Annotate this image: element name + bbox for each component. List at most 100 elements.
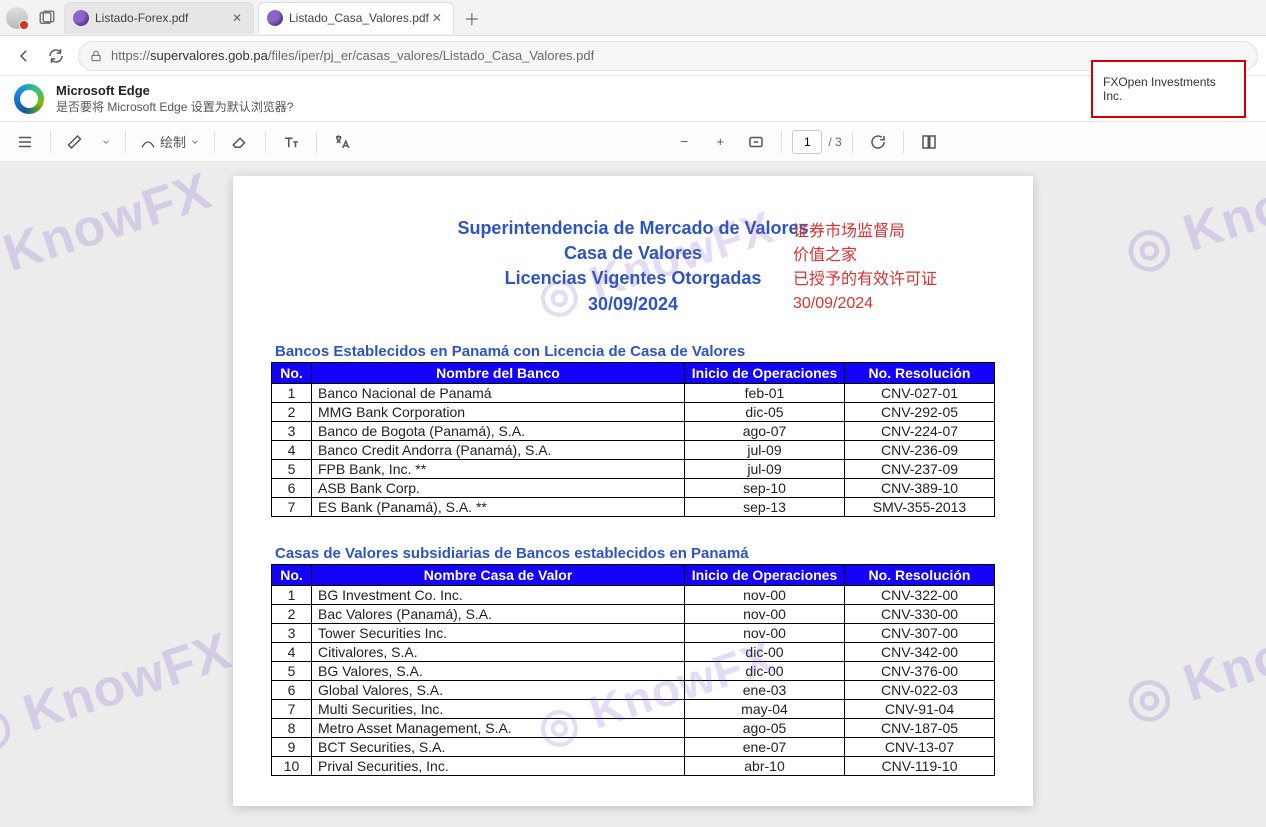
table-row: 8Metro Asset Management, S.A.ago-05CNV-1… <box>272 718 995 737</box>
separator <box>50 131 51 153</box>
cell-no: 1 <box>272 383 312 402</box>
col-res: No. Resolución <box>845 362 995 383</box>
zoom-in-button[interactable]: + <box>705 127 735 157</box>
cell-name: BG Valores, S.A. <box>312 661 685 680</box>
cell-res: CNV-376-00 <box>845 661 995 680</box>
table-row: 1BG Investment Co. Inc.nov-00CNV-322-00 <box>272 585 995 604</box>
cell-name: FPB Bank, Inc. ** <box>312 459 685 478</box>
separator <box>903 131 904 153</box>
separator <box>125 131 126 153</box>
cell-date: dic-00 <box>685 642 845 661</box>
cell-res: CNV-027-01 <box>845 383 995 402</box>
edge-logo-icon <box>14 84 44 114</box>
new-tab-button[interactable]: ＋ <box>458 4 486 32</box>
cell-res: CNV-342-00 <box>845 642 995 661</box>
cell-name: Prival Securities, Inc. <box>312 756 685 775</box>
cell-date: jul-09 <box>685 440 845 459</box>
table-row: 2MMG Bank Corporationdic-05CNV-292-05 <box>272 402 995 421</box>
url-field[interactable]: https://supervalores.gob.pa/files/iper/p… <box>78 41 1258 71</box>
cell-no: 10 <box>272 756 312 775</box>
cell-name: Banco Nacional de Panamá <box>312 383 685 402</box>
close-icon[interactable]: ✕ <box>429 10 445 26</box>
cell-name: BG Investment Co. Inc. <box>312 585 685 604</box>
cell-res: CNV-322-00 <box>845 585 995 604</box>
separator <box>781 131 782 153</box>
cell-res: CNV-022-03 <box>845 680 995 699</box>
table-header-row: No. Nombre del Banco Inicio de Operacion… <box>272 362 995 383</box>
cell-no: 7 <box>272 699 312 718</box>
cell-date: feb-01 <box>685 383 845 402</box>
close-icon[interactable]: ✕ <box>229 10 245 26</box>
table-row: 5FPB Bank, Inc. **jul-09CNV-237-09 <box>272 459 995 478</box>
cell-name: Citivalores, S.A. <box>312 642 685 661</box>
zoom-out-button[interactable]: − <box>669 127 699 157</box>
highlight-icon[interactable] <box>61 127 91 157</box>
back-button[interactable] <box>8 40 40 72</box>
cell-no: 7 <box>272 497 312 516</box>
cell-res: CNV-237-09 <box>845 459 995 478</box>
cell-date: nov-00 <box>685 623 845 642</box>
cell-no: 4 <box>272 440 312 459</box>
cell-no: 2 <box>272 402 312 421</box>
cell-name: ES Bank (Panamá), S.A. ** <box>312 497 685 516</box>
table-row: 7Multi Securities, Inc.may-04CNV-91-04 <box>272 699 995 718</box>
table-row: 4Citivalores, S.A.dic-00CNV-342-00 <box>272 642 995 661</box>
table-bancos: No. Nombre del Banco Inicio de Operacion… <box>271 362 995 517</box>
erase-icon[interactable] <box>225 127 255 157</box>
tab-title: Listado-Forex.pdf <box>95 11 229 25</box>
fit-page-icon[interactable] <box>741 127 771 157</box>
cell-no: 5 <box>272 661 312 680</box>
cell-date: sep-10 <box>685 478 845 497</box>
table-row: 4Banco Credit Andorra (Panamá), S.A.jul-… <box>272 440 995 459</box>
table-row: 2Bac Valores (Panamá), S.A.nov-00CNV-330… <box>272 604 995 623</box>
table-row: 10Prival Securities, Inc.abr-10CNV-119-1… <box>272 756 995 775</box>
cell-no: 5 <box>272 459 312 478</box>
tab-title: Listado_Casa_Valores.pdf <box>289 11 429 25</box>
refresh-button[interactable] <box>40 40 72 72</box>
tab-strip: Listado-Forex.pdf ✕ Listado_Casa_Valores… <box>0 0 1266 36</box>
cell-res: CNV-119-10 <box>845 756 995 775</box>
cell-name: BCT Securities, S.A. <box>312 737 685 756</box>
tab-inactive[interactable]: Listado-Forex.pdf ✕ <box>64 2 254 34</box>
page-number-input[interactable] <box>792 130 822 154</box>
cell-res: CNV-236-09 <box>845 440 995 459</box>
separator <box>316 131 317 153</box>
col-name: Nombre Casa de Valor <box>312 564 685 585</box>
cell-date: ago-07 <box>685 421 845 440</box>
profile-icon[interactable] <box>6 7 28 29</box>
page-view-icon[interactable] <box>914 127 944 157</box>
table-header-row: No. Nombre Casa de Valor Inicio de Opera… <box>272 564 995 585</box>
callout-highlight: FXOpen Investments Inc. <box>1091 60 1246 118</box>
cell-res: CNV-330-00 <box>845 604 995 623</box>
rotate-icon[interactable] <box>863 127 893 157</box>
cell-no: 1 <box>272 585 312 604</box>
tab-actions-icon[interactable] <box>38 9 56 27</box>
pdf-favicon-icon <box>267 10 283 26</box>
translate-icon[interactable] <box>327 127 357 157</box>
cell-res: SMV-355-2013 <box>845 497 995 516</box>
page-total-label: / 3 <box>828 135 841 149</box>
cell-no: 6 <box>272 478 312 497</box>
cell-no: 9 <box>272 737 312 756</box>
contents-icon[interactable] <box>10 127 40 157</box>
cell-no: 6 <box>272 680 312 699</box>
chevron-down-icon[interactable] <box>97 127 115 157</box>
cell-no: 3 <box>272 421 312 440</box>
url-text: https://supervalores.gob.pa/files/iper/p… <box>111 48 594 63</box>
separator <box>265 131 266 153</box>
text-size-icon[interactable] <box>276 127 306 157</box>
col-date: Inicio de Operaciones <box>685 362 845 383</box>
cell-date: ago-05 <box>685 718 845 737</box>
tab-active[interactable]: Listado_Casa_Valores.pdf ✕ <box>258 2 454 34</box>
pdf-viewport[interactable]: ◎ KnowFX ◎ KnowFX ◎ KnowFX ◎ KnowFX ◎ Kn… <box>0 162 1266 827</box>
cell-name: ASB Bank Corp. <box>312 478 685 497</box>
watermark: ◎ KnowFX <box>0 621 238 763</box>
cell-res: CNV-91-04 <box>845 699 995 718</box>
table-row: 6ASB Bank Corp.sep-10CNV-389-10 <box>272 478 995 497</box>
table-row: 3Tower Securities Inc.nov-00CNV-307-00 <box>272 623 995 642</box>
cell-name: Metro Asset Management, S.A. <box>312 718 685 737</box>
cell-date: nov-00 <box>685 604 845 623</box>
default-bar-title: Microsoft Edge <box>56 83 293 98</box>
lock-icon <box>89 49 103 63</box>
draw-button[interactable]: 绘制 <box>136 127 204 157</box>
